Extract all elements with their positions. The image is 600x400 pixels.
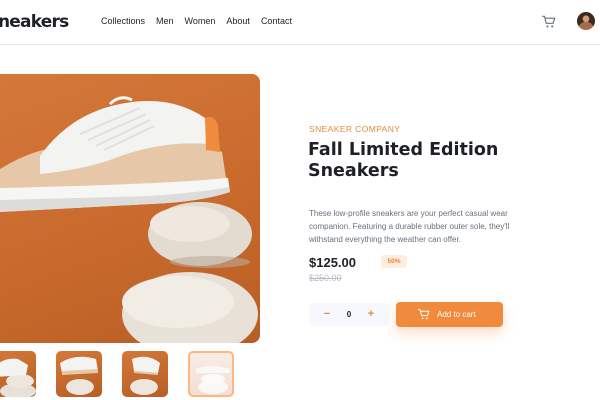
increment-button[interactable]: +: [360, 303, 382, 326]
nav-item-collections[interactable]: Collections: [101, 16, 145, 26]
decrement-button[interactable]: −: [316, 303, 338, 326]
cart-icon: [418, 309, 430, 320]
add-to-cart-button[interactable]: Add to cart: [396, 302, 503, 327]
quantity-value: 0: [346, 310, 352, 319]
company-name: Sneaker Company: [309, 124, 401, 134]
product-thumbnail-4[interactable]: [188, 351, 234, 397]
cart-icon[interactable]: [542, 15, 556, 29]
nav-item-men[interactable]: Men: [156, 16, 174, 26]
product-title: Fall Limited Edition Sneakers: [308, 140, 499, 181]
add-to-cart-label: Add to cart: [437, 310, 476, 319]
site-header: neakers Collections Men Women About Cont…: [0, 0, 600, 45]
nav-item-contact[interactable]: Contact: [261, 16, 292, 26]
product-thumbnail-3[interactable]: [122, 351, 168, 397]
current-price: $125.00: [309, 255, 356, 270]
nav-item-about[interactable]: About: [226, 16, 250, 26]
product-description: These low-profile sneakers are your perf…: [309, 209, 510, 244]
product-thumbnail-1[interactable]: [0, 351, 36, 397]
thumbnail-sneaker-image: [60, 356, 98, 395]
original-price: $250.00: [309, 273, 342, 283]
product-main-image[interactable]: [0, 74, 260, 343]
user-avatar[interactable]: [577, 12, 595, 30]
product-thumbnail-2[interactable]: [56, 351, 102, 397]
thumbnail-sneaker-image: [130, 356, 160, 395]
sneaker-photo: [0, 96, 258, 343]
quantity-stepper: − 0 +: [309, 303, 389, 326]
discount-badge: 50%: [381, 255, 407, 268]
brand-logo[interactable]: neakers: [0, 12, 69, 32]
thumbnail-sneaker-image: [196, 366, 230, 394]
thumbnail-sneaker-image: [0, 358, 36, 397]
main-nav: Collections Men Women About Contact: [101, 16, 292, 26]
nav-item-women[interactable]: Women: [185, 16, 216, 26]
